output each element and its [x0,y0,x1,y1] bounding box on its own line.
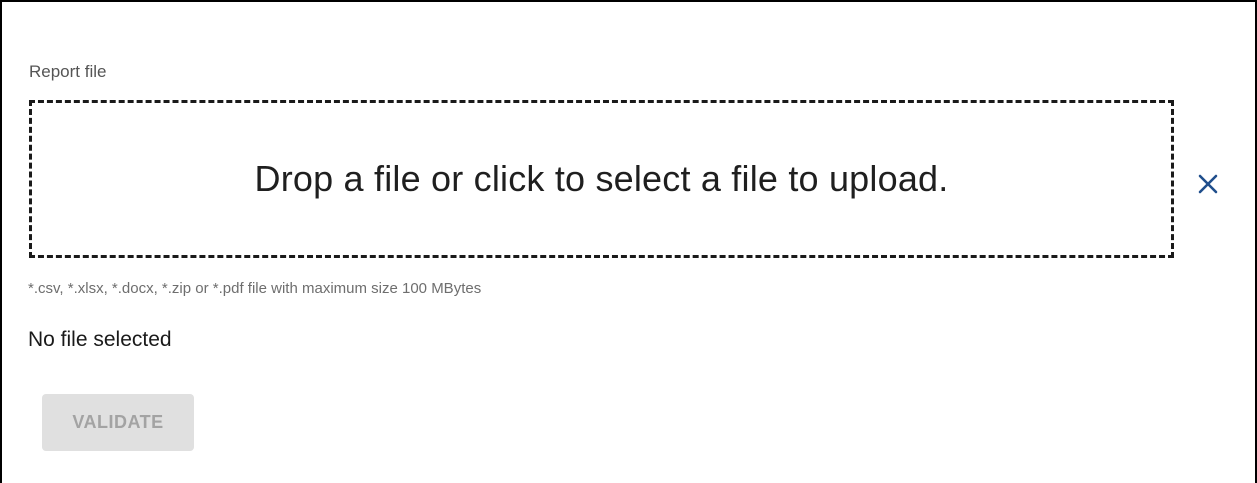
clear-file-button[interactable] [1190,166,1226,202]
field-label: Report file [29,62,107,81]
validate-button[interactable]: VALIDATE [42,394,194,451]
file-dropzone[interactable]: Drop a file or click to select a file to… [29,100,1174,258]
file-status: No file selected [28,328,172,351]
file-format-hint: *.csv, *.xlsx, *.docx, *.zip or *.pdf fi… [28,280,482,297]
dropzone-prompt: Drop a file or click to select a file to… [254,158,949,199]
upload-panel: Report file Drop a file or click to sele… [0,0,1257,483]
close-icon [1198,174,1218,194]
